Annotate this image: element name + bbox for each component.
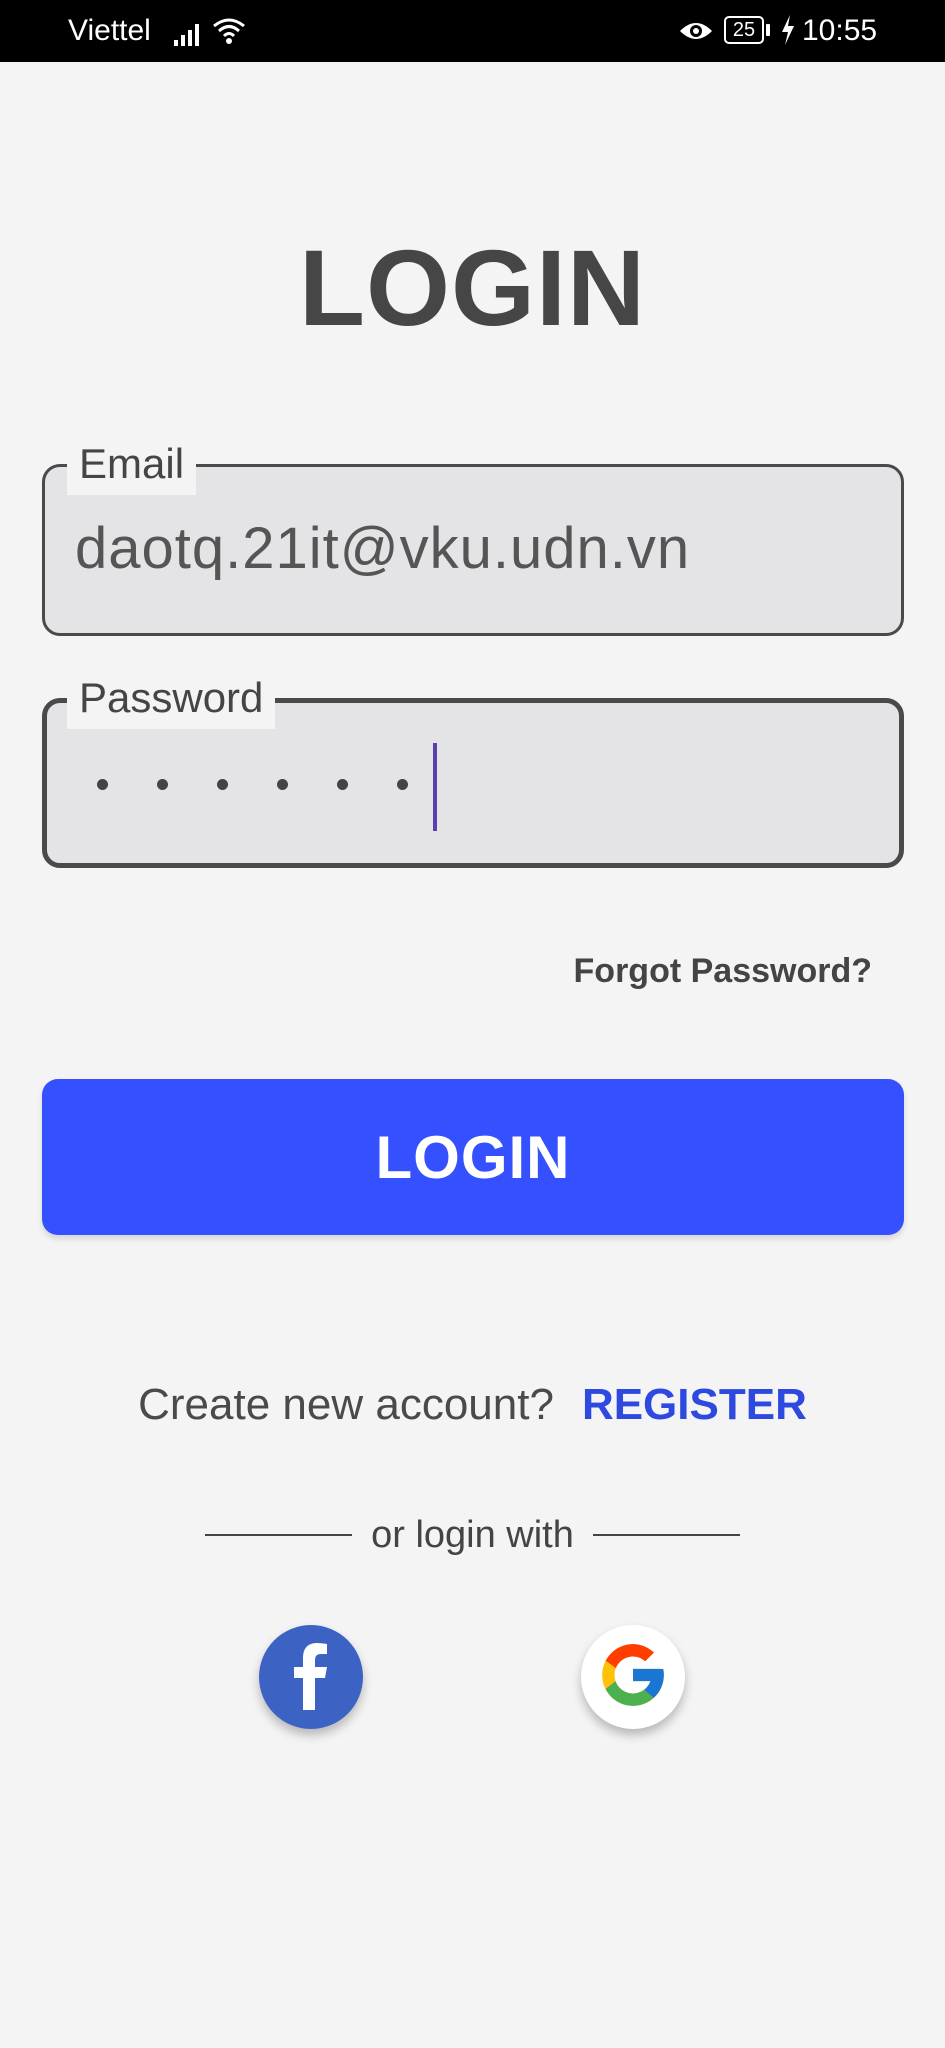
register-row: Create new account? REGISTER — [0, 1380, 945, 1430]
divider-text: or login with — [371, 1513, 574, 1556]
wifi-icon — [212, 16, 246, 51]
google-login-button[interactable] — [581, 1625, 685, 1729]
password-dot — [397, 779, 408, 790]
password-dot — [97, 779, 108, 790]
facebook-login-button[interactable] — [259, 1625, 363, 1729]
email-field[interactable]: Email daotq.21it@vku.udn.vn — [42, 433, 904, 636]
password-label: Password — [67, 667, 276, 729]
facebook-icon — [281, 1640, 341, 1715]
register-prompt: Create new account? — [138, 1380, 554, 1429]
email-value[interactable]: daotq.21it@vku.udn.vn — [75, 515, 690, 582]
clock: 10:55 — [802, 14, 878, 47]
password-field[interactable]: Password — [42, 667, 904, 868]
login-button[interactable]: LOGIN — [42, 1079, 904, 1235]
password-dot — [277, 779, 288, 790]
text-cursor — [433, 743, 437, 831]
social-divider: or login with — [205, 1510, 740, 1560]
divider-line-left — [205, 1534, 352, 1536]
page-title: LOGIN — [299, 227, 646, 348]
status-bar: Viettel 25 10:55 — [0, 0, 945, 62]
password-dot — [157, 779, 168, 790]
eye-comfort-icon — [678, 18, 714, 49]
email-label: Email — [67, 433, 197, 495]
signal-icon — [174, 20, 204, 51]
divider-line-right — [592, 1534, 740, 1536]
password-mask[interactable] — [97, 779, 408, 790]
battery-icon: 25 — [724, 16, 764, 44]
charging-icon — [780, 15, 796, 50]
register-link[interactable]: REGISTER — [582, 1380, 807, 1429]
carrier-name: Viettel — [68, 14, 151, 47]
password-dot — [337, 779, 348, 790]
forgot-password-link[interactable]: Forgot Password? — [574, 952, 872, 991]
battery-tip — [766, 24, 770, 36]
google-icon — [596, 1638, 670, 1717]
password-dot — [217, 779, 228, 790]
